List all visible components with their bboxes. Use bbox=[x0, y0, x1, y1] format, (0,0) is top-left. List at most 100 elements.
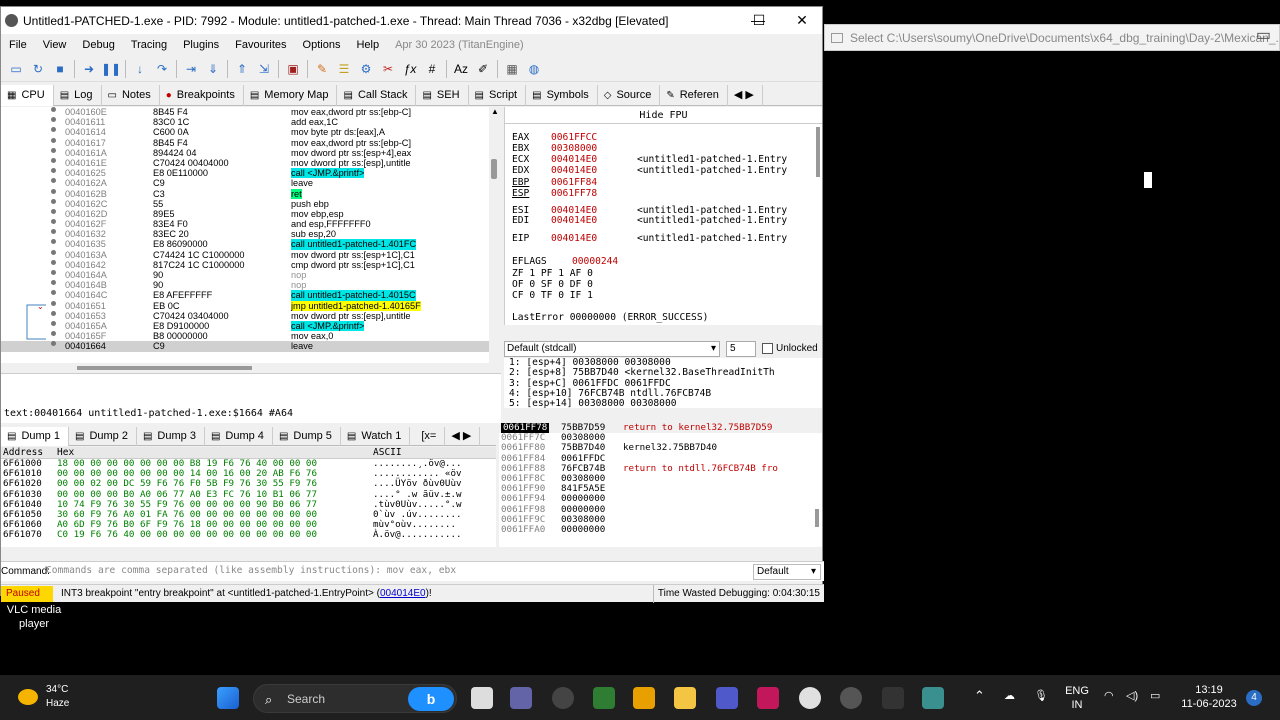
strings-icon[interactable]: Az bbox=[452, 60, 470, 78]
breakpoint-dot[interactable] bbox=[51, 147, 56, 153]
breakpoint-dot[interactable] bbox=[51, 270, 56, 275]
tab-notes[interactable]: ▭ Notes bbox=[102, 85, 160, 106]
tab-dump-4[interactable]: ▤ Dump 4 bbox=[205, 427, 273, 446]
disassembly-scrollbar[interactable]: ▲ bbox=[489, 107, 501, 363]
arg-count-spinner[interactable]: 5 bbox=[726, 340, 756, 357]
run-to-user-code-icon[interactable]: ⇲ bbox=[255, 60, 273, 78]
breakpoint-dot[interactable] bbox=[51, 310, 56, 316]
clock[interactable]: 13:19 11-06-2023 bbox=[1176, 683, 1242, 711]
volume-icon[interactable]: ◁) bbox=[1126, 689, 1138, 703]
stack-row[interactable]: 0061FF80 75BB7D40 kernel32.75BB7D40 bbox=[499, 443, 822, 453]
step-over-icon[interactable]: ↷ bbox=[153, 60, 171, 78]
hide-fpu-button[interactable]: Hide FPU bbox=[505, 107, 822, 124]
disasm-row[interactable]: 0040164B 90 nop bbox=[1, 280, 500, 290]
battery-icon[interactable]: ▭ bbox=[1150, 689, 1160, 703]
register-value[interactable]: 00308000 bbox=[551, 143, 597, 154]
trace-over-icon[interactable]: ⇓ bbox=[204, 60, 222, 78]
app-icon[interactable] bbox=[552, 687, 574, 709]
teams-chat-icon[interactable] bbox=[510, 687, 532, 709]
menu-debug[interactable]: Debug bbox=[74, 39, 122, 51]
disasm-row[interactable]: 00401651 EB 0C jmp untitled1-patched-1.401… bbox=[1, 300, 500, 311]
register-esp[interactable]: ESP 0061FF78 bbox=[512, 188, 597, 199]
tab-referen[interactable]: ✎ Referen bbox=[660, 85, 728, 106]
task-view-icon[interactable] bbox=[471, 687, 493, 709]
register-value[interactable]: 0061FF78 bbox=[551, 188, 597, 199]
pause-icon[interactable]: ❚❚ bbox=[101, 60, 121, 78]
tab-call-stack[interactable]: ▤ Call Stack bbox=[337, 85, 417, 106]
tabs-scroll-arrows[interactable]: ◀ ▶ bbox=[728, 85, 763, 106]
register-value[interactable]: 004014E0 bbox=[551, 154, 597, 165]
flags-row[interactable]: ZF 1 PF 1 AF 0 bbox=[512, 268, 593, 279]
tab-symbols[interactable]: ▤ Symbols bbox=[526, 85, 598, 106]
breakpoint-dot[interactable] bbox=[51, 168, 56, 174]
command-mode-select[interactable]: Default bbox=[753, 564, 821, 580]
calculator-icon[interactable]: ▦ bbox=[503, 60, 521, 78]
windows-start-icon[interactable] bbox=[217, 687, 239, 709]
notification-badge[interactable]: 4 bbox=[1246, 690, 1262, 706]
stop-icon[interactable]: ■ bbox=[51, 60, 69, 78]
dump-tabs-scroll[interactable]: ◀ ▶ bbox=[445, 427, 481, 446]
command-input[interactable]: Commands are comma separated (like assem… bbox=[46, 565, 456, 576]
vlc-desktop-icon[interactable]: VLC media player bbox=[4, 603, 64, 631]
entry-link[interactable]: 004014E0 bbox=[380, 588, 426, 599]
close-button[interactable]: ✕ bbox=[780, 7, 824, 34]
register-eax[interactable]: EAX 0061FFCC bbox=[512, 132, 597, 143]
microphone-icon[interactable]: 🎙 bbox=[1034, 689, 1048, 703]
breakpoint-dot[interactable] bbox=[51, 290, 56, 296]
execute-till-return-icon[interactable]: ⇑ bbox=[233, 60, 251, 78]
comment-icon[interactable]: ☰ bbox=[335, 60, 353, 78]
stack-row[interactable]: 0061FF8C 00308000 bbox=[499, 473, 822, 484]
hash-icon[interactable]: # bbox=[423, 60, 441, 78]
stack-row[interactable]: 0061FF94 00000000 bbox=[499, 494, 822, 504]
stack-view[interactable]: 0061FF78 75BB7D59 return to kernel32.75BB7… bbox=[499, 423, 822, 547]
menu-view[interactable]: View bbox=[35, 39, 75, 51]
app-icon-de[interactable] bbox=[633, 687, 655, 709]
menu-plugins[interactable]: Plugins bbox=[175, 39, 227, 51]
register-value[interactable]: 004014E0 bbox=[551, 215, 597, 226]
disasm-row[interactable]: 0040161E C70424 00404000 mov dword ptr ss:… bbox=[1, 157, 500, 168]
app-icon-pink[interactable] bbox=[757, 687, 779, 709]
bookmark-icon[interactable]: ✂ bbox=[379, 60, 397, 78]
close-icon[interactable]: ▭ bbox=[1256, 25, 1271, 45]
register-ebx[interactable]: EBX 00308000 bbox=[512, 143, 597, 154]
breakpoint-dot[interactable] bbox=[51, 117, 56, 123]
scrollbar-thumb[interactable] bbox=[491, 159, 497, 179]
breakpoint-dot[interactable] bbox=[51, 239, 56, 245]
title-bar[interactable]: Untitled1-PATCHED-1.exe - PID: 7992 - Mo… bbox=[1, 7, 822, 34]
disasm-row[interactable]: 0040162D 89E5 mov ebp,esp bbox=[1, 208, 500, 219]
dump-row[interactable]: 6F61070 C0 19 F6 76 40 00 00 00 00 00 00 … bbox=[1, 530, 496, 540]
breakpoint-dot[interactable] bbox=[51, 208, 56, 214]
disasm-row[interactable]: 00401664 C9 leave bbox=[1, 341, 500, 352]
disasm-row[interactable]: 00401617 8B45 F4 mov eax,dword ptr ss:[ebp… bbox=[1, 137, 500, 148]
registers-panel[interactable]: Hide FPU EAX 0061FFCC EBX 00308000 ECX 004… bbox=[504, 107, 822, 325]
stack-row[interactable]: 0061FF78 75BB7D59 return to kernel32.75BB7… bbox=[499, 423, 822, 434]
stack-row[interactable]: 0061FFA0 00000000 bbox=[499, 524, 822, 535]
disasm-row[interactable]: 00401625 E8 0E110000 call <JMP.&printf> bbox=[1, 168, 500, 179]
tab-seh[interactable]: ▤ SEH bbox=[416, 85, 469, 106]
disasm-row[interactable]: 00401653 C70424 03404000 mov dword ptr ss:… bbox=[1, 310, 500, 321]
disasm-row[interactable]: 0040160E 8B45 F4 mov eax,dword ptr ss:[ebp… bbox=[1, 107, 500, 117]
menu-tracing[interactable]: Tracing bbox=[123, 39, 175, 51]
disasm-row[interactable]: 0040162B C3 ret bbox=[1, 188, 500, 199]
scylla-icon[interactable]: ▣ bbox=[284, 60, 302, 78]
run-icon[interactable]: ➜ bbox=[80, 60, 98, 78]
stack-row[interactable]: 0061FF98 00000000 bbox=[499, 504, 822, 515]
disasm-row[interactable]: 00401642 817C24 1C C1000000 cmp dword ptr … bbox=[1, 259, 500, 270]
tab-watch-1[interactable]: ▤ Watch 1 bbox=[341, 427, 411, 446]
bing-icon[interactable]: b bbox=[408, 687, 454, 711]
trace-into-icon[interactable]: ⇥ bbox=[182, 60, 200, 78]
label-icon[interactable]: ⚙ bbox=[357, 60, 375, 78]
stack-scrollbar[interactable] bbox=[815, 509, 819, 527]
menu-favourites[interactable]: Favourites bbox=[227, 39, 294, 51]
breakpoint-dot[interactable] bbox=[51, 249, 56, 255]
disasm-row[interactable]: 0040162F 83E4 F0 and esp,FFFFFFF0 bbox=[1, 219, 500, 229]
search-box[interactable]: ⌕ Search b bbox=[253, 684, 457, 713]
dump-hex[interactable]: C0 19 F6 76 40 00 00 00 00 00 00 00 00 0… bbox=[57, 530, 317, 540]
tab-cpu[interactable]: ▦ CPU bbox=[1, 85, 54, 106]
breakpoint-dot[interactable] bbox=[51, 320, 56, 326]
breakpoint-dot[interactable] bbox=[51, 157, 56, 163]
tab--x-[interactable]: [x= bbox=[410, 427, 446, 446]
wifi-icon[interactable]: ◠ bbox=[1104, 689, 1114, 703]
register-ebp[interactable]: EBP 0061FF84 bbox=[512, 177, 597, 188]
disasm-row[interactable]: 0040163A C74424 1C C1000000 mov dword ptr … bbox=[1, 249, 500, 260]
